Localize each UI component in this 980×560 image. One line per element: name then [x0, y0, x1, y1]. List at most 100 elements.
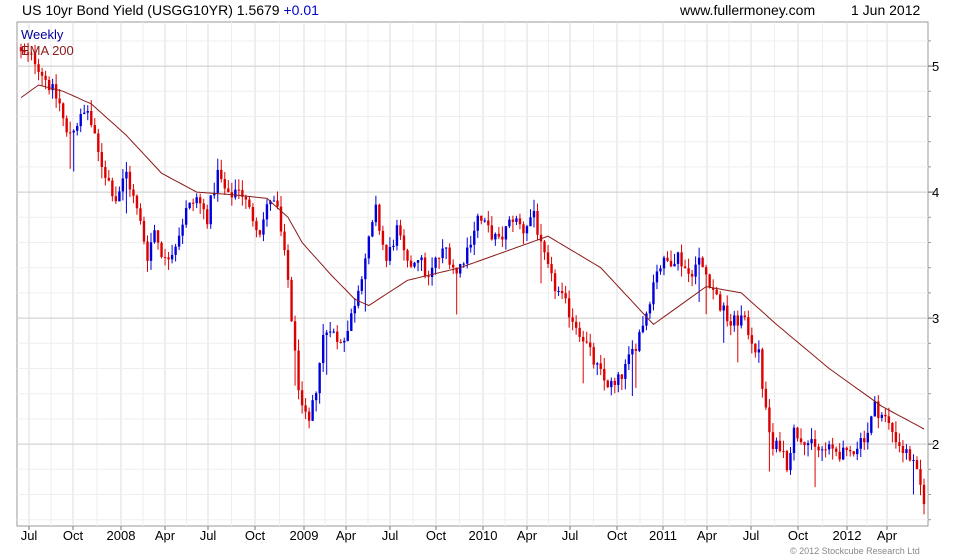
candle-body [437, 257, 441, 259]
candle-body [529, 217, 532, 227]
candle-body [167, 257, 170, 260]
candle-body [536, 211, 539, 235]
candle-body [466, 247, 469, 264]
candle-body [276, 200, 279, 207]
candle-body [104, 167, 107, 178]
candle-body [898, 442, 901, 446]
candle-body [262, 219, 265, 235]
candle-body [423, 257, 427, 277]
candle-body [799, 438, 803, 443]
candle-body [54, 84, 58, 99]
candle-body [827, 444, 831, 450]
candle-body [170, 254, 174, 260]
candle-body [395, 225, 399, 246]
candle-body [701, 257, 704, 268]
candle-body [820, 449, 824, 451]
legend-ema-200: EMA 200 [21, 43, 74, 58]
candle-body [146, 241, 149, 261]
candle-body [430, 267, 434, 277]
candle-body [244, 196, 248, 200]
candle-body [571, 317, 574, 322]
candle-body [782, 451, 785, 453]
candle-body [504, 226, 508, 240]
candle-body [343, 340, 346, 343]
candle-body [557, 290, 560, 292]
candle-body [511, 219, 515, 222]
candle-body [153, 230, 156, 243]
x-tick-label: Apr [877, 528, 898, 543]
candle-body [648, 304, 652, 314]
candle-body [553, 273, 557, 292]
candle-body [307, 411, 311, 421]
candle-body [283, 231, 286, 251]
candle-body [441, 248, 444, 259]
x-tick-label: 2012 [833, 528, 862, 543]
candle-body [388, 247, 392, 261]
x-tick-label: Jul [21, 528, 38, 543]
candle-body [402, 235, 406, 251]
candle-body [290, 279, 293, 322]
candle-body [107, 177, 111, 181]
candle-body [93, 125, 96, 134]
y-tick-label: 3 [932, 311, 939, 326]
candle-body [894, 432, 898, 443]
candle-body [613, 380, 617, 385]
candle-body [72, 130, 75, 133]
candle-body [490, 225, 494, 240]
candle-body [469, 244, 472, 248]
candle-body [381, 230, 385, 245]
candle-body [543, 241, 546, 253]
candle-body [550, 264, 553, 274]
candle-body [919, 469, 922, 485]
candle-body [79, 114, 82, 127]
candle-body [764, 388, 768, 408]
candle-body [915, 460, 919, 470]
x-tick-label: Oct [63, 528, 84, 543]
candle-body [448, 247, 451, 265]
candle-body [97, 133, 100, 153]
x-tick-label: Jul [382, 528, 399, 543]
candle-body [118, 191, 121, 202]
candle-body [750, 335, 754, 344]
candle-body [589, 342, 592, 348]
candle-body [676, 252, 680, 264]
candle-body [378, 204, 381, 231]
candle-body [318, 363, 321, 394]
candle-body [111, 180, 114, 197]
candle-body [476, 215, 479, 231]
candle-body [206, 209, 209, 225]
candle-body [265, 204, 269, 220]
candle-body [135, 195, 139, 209]
candle-body [617, 374, 620, 385]
candle-body [694, 264, 697, 277]
candle-body [870, 416, 873, 433]
candle-body [813, 439, 817, 447]
candle-body [216, 169, 219, 193]
candle-body [480, 215, 483, 221]
x-tick-label: Oct [426, 528, 447, 543]
candle-body [198, 197, 202, 204]
candle-body [125, 171, 128, 179]
candle-body [606, 380, 609, 388]
candle-body [884, 414, 887, 417]
candle-body [796, 427, 799, 439]
candle-body [525, 226, 529, 234]
candle-body [652, 282, 655, 305]
candle-body [662, 257, 666, 269]
candle-body [76, 126, 79, 131]
candle-body [371, 222, 374, 237]
candle-body [160, 242, 163, 257]
candle-body [761, 349, 764, 389]
candle-body [887, 416, 891, 424]
candle-body [596, 363, 599, 365]
candle-body [367, 236, 371, 259]
candle-body [863, 438, 866, 443]
candle-body [683, 266, 687, 269]
candle-body [392, 245, 395, 248]
candle-body [743, 315, 747, 318]
candle-body [114, 196, 118, 202]
candle-body [736, 315, 739, 326]
candle-body [757, 349, 761, 353]
candle-body [497, 233, 501, 237]
candle-body [128, 171, 132, 190]
